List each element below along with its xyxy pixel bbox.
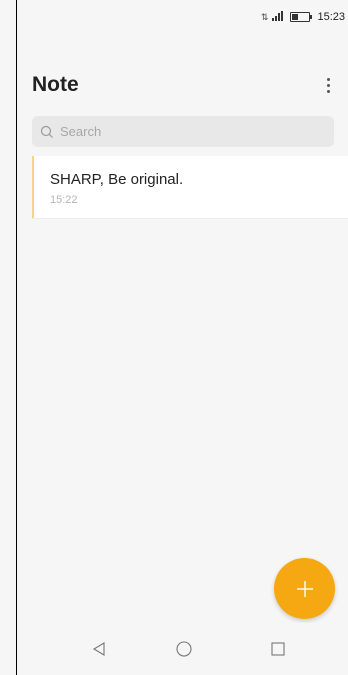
page-title: Note xyxy=(32,73,79,96)
add-note-button[interactable] xyxy=(274,558,335,619)
header: Note xyxy=(32,70,334,100)
recents-button[interactable] xyxy=(263,634,293,664)
note-time: 15:22 xyxy=(50,194,78,206)
more-vertical-icon[interactable] xyxy=(322,73,334,97)
search-icon xyxy=(40,125,53,138)
recents-square-icon xyxy=(271,642,285,656)
screen: ⇅ 15:23 Note Search SHARP, Be original. … xyxy=(0,0,348,675)
back-triangle-icon xyxy=(92,642,105,656)
note-list-item[interactable]: SHARP, Be original. 15:22 xyxy=(32,156,348,219)
battery-icon xyxy=(290,12,313,22)
plus-icon xyxy=(296,580,313,597)
data-arrows-icon: ⇅ xyxy=(260,11,269,22)
note-accent-bar xyxy=(32,156,34,218)
note-title: SHARP, Be original. xyxy=(50,171,184,188)
back-button[interactable] xyxy=(84,634,114,664)
search-input[interactable]: Search xyxy=(32,116,334,147)
search-placeholder: Search xyxy=(60,124,102,139)
home-button[interactable] xyxy=(169,634,199,664)
signal-icon xyxy=(272,10,284,24)
screen-edge-line xyxy=(16,0,17,675)
navigation-bar xyxy=(17,623,348,675)
status-time: 15:23 xyxy=(317,11,345,23)
status-bar: ⇅ 15:23 xyxy=(261,0,348,34)
home-circle-icon xyxy=(176,641,192,657)
